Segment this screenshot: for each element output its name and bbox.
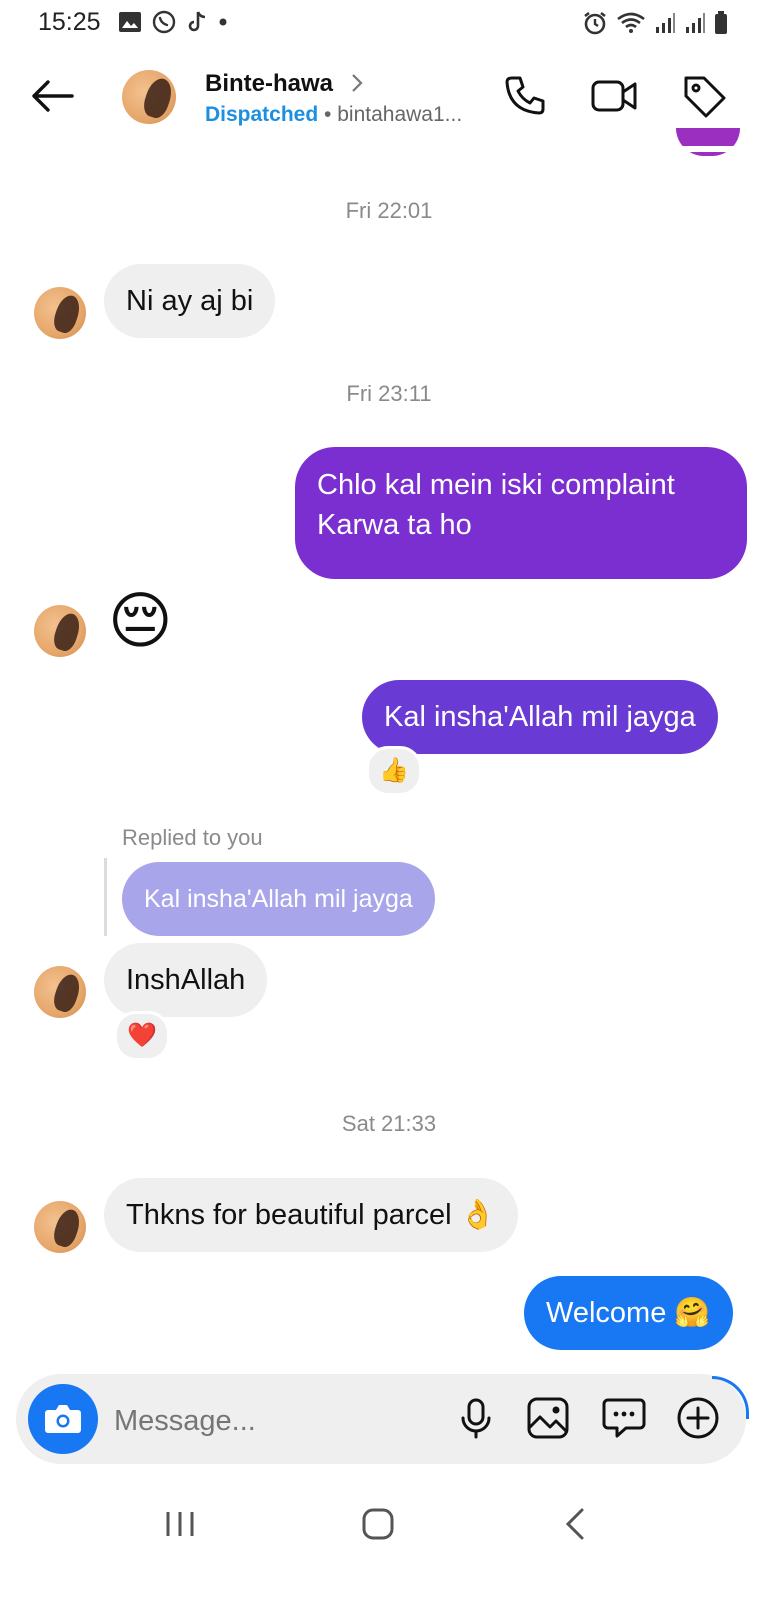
whatsapp-notification-icon [152,10,176,34]
sticker-icon[interactable] [600,1394,648,1442]
timestamp: Sat 21:33 [341,1111,437,1136]
contact-subtitle: Dispatched • bintahawa1... [205,103,462,127]
heart-reaction[interactable]: ❤️ [114,1011,170,1061]
reply-bar [104,858,107,936]
incoming-message[interactable]: Thkns for beautiful parcel 👌 [104,1178,518,1252]
signal-icon-1 [656,13,675,33]
add-icon[interactable] [674,1394,722,1442]
back-nav-icon[interactable] [546,1500,606,1548]
separator-dot: • [318,103,338,126]
video-call-icon[interactable] [590,72,638,120]
thumbs-up-reaction[interactable]: 👍 [366,746,422,796]
dispatched-label: Dispatched [205,103,319,126]
status-system-icons [582,10,728,36]
outgoing-message[interactable]: Kal insha'Allah mil jayga [362,680,718,754]
camera-button[interactable] [28,1384,98,1454]
chevron-right-icon[interactable] [350,72,366,94]
sender-avatar[interactable] [34,966,86,1018]
gallery-notification-icon [119,12,141,32]
outgoing-message[interactable]: Chlo kal mein iski complaint Karwa ta ho [295,447,747,579]
sender-avatar[interactable] [34,1201,86,1253]
dot-icon [219,18,227,26]
battery-icon [715,11,727,34]
emoji-message[interactable]: 😔 [108,584,173,660]
phone-call-icon[interactable] [502,72,550,120]
microphone-icon[interactable] [452,1394,500,1442]
message-input[interactable] [112,1398,436,1444]
timestamp: Fri 22:01 [345,198,433,223]
gallery-icon[interactable] [524,1394,572,1442]
status-time: 15:25 [38,8,101,36]
contact-name[interactable]: Binte-hawa [205,70,333,98]
incoming-message[interactable]: Ni ay aj bi [104,264,276,338]
sender-avatar[interactable] [34,287,86,339]
status-notification-icons [118,10,228,34]
wifi-icon [617,12,645,33]
message-line: Chlo kal mein iski complaint [317,469,675,501]
alarm-icon [584,11,606,35]
reply-quote[interactable]: Kal insha'Allah mil jayga [122,862,435,936]
camera-icon [45,1405,81,1433]
outgoing-message[interactable]: Welcome 🤗 [524,1276,733,1350]
signal-icon-2 [686,13,705,33]
home-icon[interactable] [348,1500,408,1548]
recent-apps-icon[interactable] [150,1500,210,1548]
replied-label: Replied to you [122,825,263,850]
tag-icon[interactable] [680,72,728,120]
timestamp: Fri 23:11 [346,381,432,406]
tiktok-notification-icon [188,11,206,32]
contact-avatar[interactable] [122,70,176,124]
message-line: Karwa ta ho [317,509,472,541]
sender-avatar[interactable] [34,605,86,657]
contact-username: bintahawa1... [337,103,463,126]
header-divider [0,146,778,152]
back-arrow-icon[interactable] [28,76,76,116]
incoming-message[interactable]: InshAllah [104,943,268,1017]
